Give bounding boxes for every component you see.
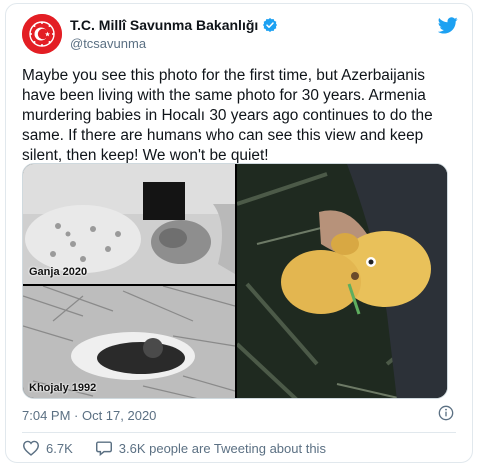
teddy-bear-photo-image	[237, 164, 447, 398]
display-name-text: T.C. Millî Savunma Bakanlığı	[70, 17, 259, 33]
tweet-text: Maybe you see this photo for the first t…	[22, 67, 433, 164]
tweet-timestamp[interactable]: 7:04 PM · Oct 17, 2020	[22, 408, 156, 423]
twitter-bird-icon	[437, 17, 458, 34]
tweet-actions: 6.7K 3.6K people are Tweeting about this	[22, 440, 326, 456]
comment-icon	[95, 441, 112, 456]
like-button[interactable]: 6.7K	[22, 440, 73, 456]
tweeting-about-text: 3.6K people are Tweeting about this	[118, 440, 326, 456]
divider	[22, 432, 456, 433]
info-icon	[438, 405, 454, 421]
photo-top-left[interactable]: Ganja 2020	[23, 164, 235, 284]
photo-bottom-left[interactable]: Khojaly 1992	[23, 286, 235, 398]
photo-caption-ganja: Ganja 2020	[29, 266, 88, 278]
twitter-logo[interactable]	[437, 17, 458, 39]
photo-right[interactable]	[237, 164, 447, 398]
tweet-media[interactable]: Ganja 2020 Khojaly 1992	[22, 163, 448, 399]
emblem-icon	[22, 14, 62, 54]
display-name[interactable]: T.C. Millî Savunma Bakanlığı	[70, 17, 278, 33]
photo-caption-khojaly: Khojaly 1992	[29, 382, 97, 394]
verified-badge-icon	[263, 18, 278, 32]
retweet-conversation-button[interactable]: 3.6K people are Tweeting about this	[95, 440, 326, 456]
tweet-card: T.C. Millî Savunma Bakanlığı @tcsavunma …	[5, 3, 473, 463]
info-button[interactable]	[438, 405, 454, 426]
avatar[interactable]	[22, 14, 62, 54]
like-count: 6.7K	[46, 440, 73, 456]
handle[interactable]: @tcsavunma	[70, 36, 146, 51]
heart-icon	[22, 440, 40, 456]
